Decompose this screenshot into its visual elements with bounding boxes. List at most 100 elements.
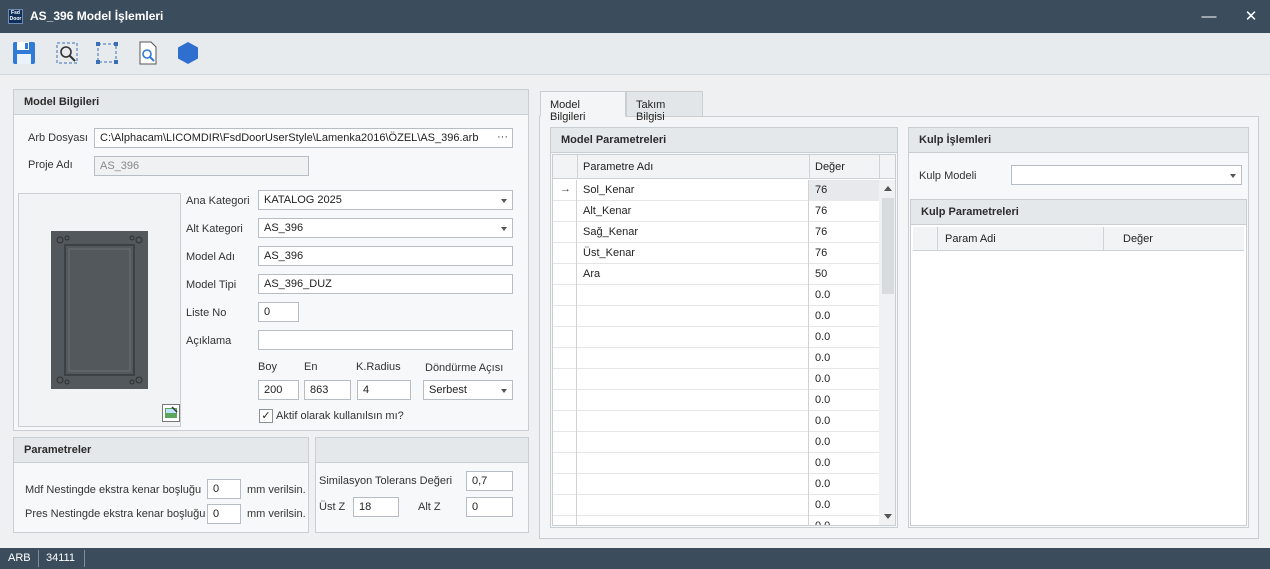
table-row[interactable]: Üst_Kenar 76 xyxy=(553,243,879,264)
table-row[interactable]: 0.0 xyxy=(553,369,879,390)
grid-scrollbar[interactable] xyxy=(879,180,895,525)
table-row[interactable]: Sağ_Kenar 76 xyxy=(553,222,879,243)
param-name-cell[interactable] xyxy=(577,432,809,453)
image-edit-button[interactable] xyxy=(162,404,180,422)
param-value-cell[interactable]: 0.0 xyxy=(809,348,879,369)
scroll-up-icon[interactable] xyxy=(884,186,892,191)
dondurme-acisi-select[interactable]: Serbest xyxy=(423,380,513,400)
proje-adi-field[interactable]: AS_396 xyxy=(94,156,309,176)
scroll-down-icon[interactable] xyxy=(884,514,892,519)
tab-takim-bilgisi[interactable]: Takım Bilgisi xyxy=(626,91,703,123)
grid-rows: → Sol_Kenar 76 Alt_Kenar 76 Sağ_Kenar 76 Üst_Ke… xyxy=(553,180,879,525)
param-name-cell[interactable] xyxy=(577,348,809,369)
param-name-cell[interactable]: Ara xyxy=(577,264,809,285)
table-row[interactable]: 0.0 xyxy=(553,348,879,369)
arb-browse-button[interactable]: ··· xyxy=(497,131,508,143)
model-tipi-label: Model Tipi xyxy=(186,279,237,291)
model-adi-field[interactable]: AS_396 xyxy=(258,246,513,266)
param-name-cell[interactable] xyxy=(577,495,809,516)
table-row[interactable]: Ara 50 xyxy=(553,264,879,285)
minimize-button[interactable]: — xyxy=(1196,6,1222,28)
param-value-cell[interactable]: 0.0 xyxy=(809,516,879,525)
param-name-cell[interactable]: Üst_Kenar xyxy=(577,243,809,264)
kulp-modeli-select[interactable] xyxy=(1011,165,1242,185)
table-row[interactable]: 0.0 xyxy=(553,390,879,411)
model-adi-label: Model Adı xyxy=(186,251,235,263)
param-value-cell[interactable]: 0.0 xyxy=(809,327,879,348)
select-region-icon[interactable] xyxy=(94,40,120,66)
param-value-cell[interactable]: 0.0 xyxy=(809,411,879,432)
param-value-cell[interactable]: 76 xyxy=(809,222,879,243)
zoom-extents-icon[interactable] xyxy=(54,40,80,66)
table-row[interactable]: Alt_Kenar 76 xyxy=(553,201,879,222)
table-row[interactable]: 0.0 xyxy=(553,285,879,306)
arb-dosyasi-field[interactable]: C:\Alphacam\LICOMDIR\FsdDoorUserStyle\La… xyxy=(94,128,513,148)
param-name-cell[interactable] xyxy=(577,390,809,411)
param-name-cell[interactable]: Sol_Kenar xyxy=(577,180,809,201)
param-value-cell[interactable]: 0.0 xyxy=(809,495,879,516)
param-name-cell[interactable]: Alt_Kenar xyxy=(577,201,809,222)
param-name-cell[interactable] xyxy=(577,285,809,306)
param-value-cell[interactable]: 0.0 xyxy=(809,390,879,411)
tab-model-bilgileri[interactable]: Model Bilgileri xyxy=(540,91,626,123)
param-name-cell[interactable] xyxy=(577,453,809,474)
param-value-cell[interactable]: 76 xyxy=(809,243,879,264)
table-row[interactable]: 0.0 xyxy=(553,432,879,453)
param-value-cell[interactable]: 0.0 xyxy=(809,453,879,474)
col-parametre-adi[interactable]: Parametre Adı xyxy=(577,157,659,177)
hexagon-3d-icon[interactable] xyxy=(175,40,201,66)
table-row[interactable]: 0.0 xyxy=(553,495,879,516)
model-tipi-field[interactable]: AS_396_DUZ xyxy=(258,274,513,294)
kradius-field[interactable]: 4 xyxy=(357,380,411,400)
save-icon[interactable] xyxy=(11,40,37,66)
alt-kategori-select[interactable]: AS_396 xyxy=(258,218,513,238)
liste-no-field[interactable]: 0 xyxy=(258,302,299,322)
title-bar: Fsd Door AS_396 Model İşlemleri — ✕ xyxy=(0,0,1270,33)
table-row[interactable]: 0.0 xyxy=(553,411,879,432)
door-thumbnail xyxy=(51,231,148,389)
ust-z-field[interactable]: 18 xyxy=(353,497,399,517)
table-row[interactable]: 0.0 xyxy=(553,453,879,474)
param-value-cell[interactable]: 0.0 xyxy=(809,306,879,327)
table-row[interactable]: 0.0 xyxy=(553,306,879,327)
table-row[interactable]: 0.0 xyxy=(553,327,879,348)
param-name-cell[interactable] xyxy=(577,516,809,525)
aktif-checkbox[interactable]: ✓ xyxy=(259,409,273,423)
boy-field[interactable]: 200 xyxy=(258,380,299,400)
col-deger[interactable]: Değer xyxy=(809,157,851,177)
kulp-parametreleri-panel: Kulp Parametreleri Param Adi Değer xyxy=(910,199,1247,526)
param-name-cell[interactable] xyxy=(577,327,809,348)
param-name-cell[interactable] xyxy=(577,411,809,432)
param-name-cell[interactable] xyxy=(577,306,809,327)
alt-kategori-label: Alt Kategori xyxy=(186,223,243,235)
col-param-adi[interactable]: Param Adi xyxy=(939,229,1002,249)
close-button[interactable]: ✕ xyxy=(1238,6,1264,28)
param-name-cell[interactable] xyxy=(577,474,809,495)
status-number: 34111 xyxy=(46,552,75,564)
col-kulp-deger[interactable]: Değer xyxy=(1117,229,1159,249)
param-value-cell[interactable]: 0.0 xyxy=(809,285,879,306)
similasyon-header xyxy=(316,438,528,463)
alt-z-field[interactable]: 0 xyxy=(466,497,513,517)
param-value-cell[interactable]: 76 xyxy=(809,180,879,201)
scroll-thumb[interactable] xyxy=(882,198,894,294)
param-name-cell[interactable] xyxy=(577,369,809,390)
table-row[interactable]: 0.0 xyxy=(553,474,879,495)
param-value-cell[interactable]: 0.0 xyxy=(809,369,879,390)
table-row[interactable]: 0.0 xyxy=(553,516,879,525)
document-search-icon[interactable] xyxy=(135,40,161,66)
param-name-cell[interactable]: Sağ_Kenar xyxy=(577,222,809,243)
table-row[interactable]: → Sol_Kenar 76 xyxy=(553,180,879,201)
mdf-nesting-field[interactable]: 0 xyxy=(207,479,241,499)
param-value-cell[interactable]: 50 xyxy=(809,264,879,285)
aciklama-field[interactable] xyxy=(258,330,513,350)
ust-z-label: Üst Z xyxy=(319,501,346,513)
param-value-cell[interactable]: 0.0 xyxy=(809,432,879,453)
en-field[interactable]: 863 xyxy=(304,380,351,400)
pres-nesting-field[interactable]: 0 xyxy=(207,504,241,524)
param-value-cell[interactable]: 76 xyxy=(809,201,879,222)
param-value-cell[interactable]: 0.0 xyxy=(809,474,879,495)
ana-kategori-select[interactable]: KATALOG 2025 xyxy=(258,190,513,210)
tolerans-field[interactable]: 0,7 xyxy=(466,471,513,491)
app-logo-icon: Fsd Door xyxy=(8,9,23,24)
